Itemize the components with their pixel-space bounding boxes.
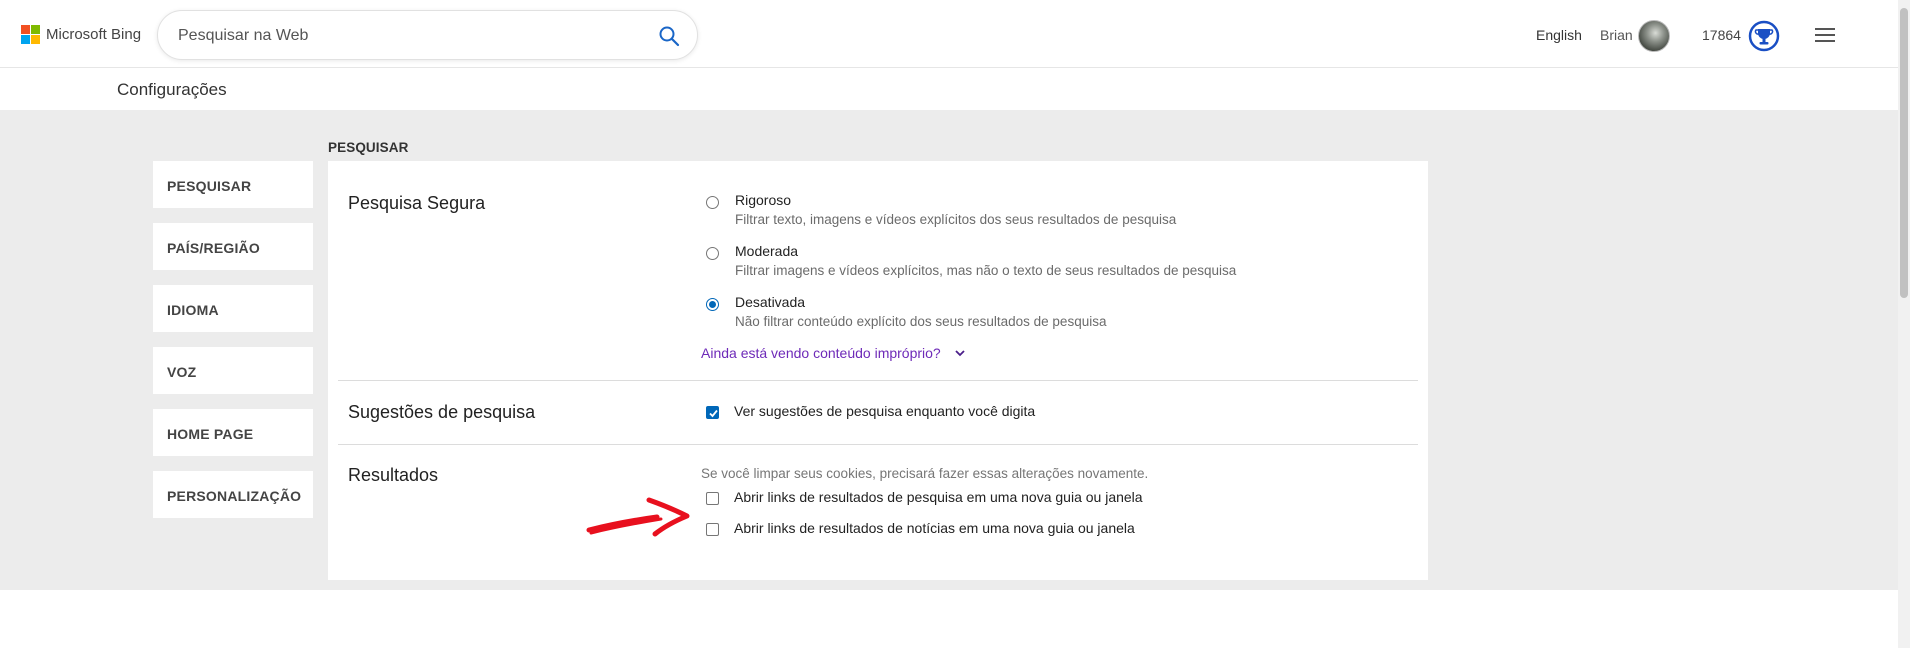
open-search-results-new-tab-checkbox[interactable]: [706, 492, 719, 505]
suggestions-title: Sugestões de pesquisa: [348, 402, 536, 422]
avatar[interactable]: [1638, 20, 1670, 52]
inappropriate-content-link[interactable]: Ainda está vendo conteúdo impróprio?: [701, 345, 941, 361]
results-option-label: Abrir links de resultados de notícias em…: [734, 520, 1135, 536]
sidebar-item-personalizacao[interactable]: PERSONALIZAÇÃO: [153, 471, 313, 518]
search-input[interactable]: [178, 24, 628, 48]
option-label: Moderada: [735, 243, 799, 259]
hamburger-menu-icon[interactable]: [1813, 24, 1837, 46]
option-label: Desativada: [735, 294, 806, 310]
sidebar-item-pais-regiao[interactable]: PAÍS/REGIÃO: [153, 223, 313, 270]
search-icon[interactable]: [658, 25, 680, 47]
page-scrollbar[interactable]: [1898, 0, 1910, 648]
title-bar: Configurações: [0, 68, 1898, 110]
radio-moderada[interactable]: [706, 247, 719, 260]
settings-panel: Pesquisa Segura Rigoroso Filtrar texto, …: [328, 161, 1428, 580]
option-description: Filtrar imagens e vídeos explícitos, mas…: [735, 263, 1237, 278]
microsoft-logo-icon: [21, 25, 40, 44]
top-header: Microsoft Bing English Brian 17864: [0, 0, 1898, 68]
logo-text: Microsoft Bing: [46, 26, 142, 43]
sidebar-item-idioma[interactable]: IDIOMA: [153, 285, 313, 332]
radio-rigoroso[interactable]: [706, 196, 719, 209]
option-label: Rigoroso: [735, 192, 792, 208]
option-description: Não filtrar conteúdo explícito dos seus …: [735, 314, 1107, 329]
suggestions-checkbox[interactable]: [706, 406, 719, 419]
sidebar-item-pesquisar[interactable]: PESQUISAR: [153, 161, 313, 208]
search-box[interactable]: [157, 10, 698, 60]
sidebar-item-home-page[interactable]: HOME PAGE: [153, 409, 313, 456]
settings-sidebar: PESQUISAR PAÍS/REGIÃO IDIOMA VOZ HOME PA…: [153, 161, 313, 533]
bing-logo[interactable]: Microsoft Bing: [21, 25, 141, 44]
page-title: Configurações: [117, 80, 227, 99]
section-label: PESQUISAR: [328, 140, 409, 155]
settings-content: PESQUISAR PAÍS/REGIÃO IDIOMA VOZ HOME PA…: [0, 110, 1898, 590]
results-option-label: Abrir links de resultados de pesquisa em…: [734, 489, 1143, 505]
divider: [338, 444, 1418, 445]
user-name[interactable]: Brian: [1600, 27, 1633, 43]
rewards-trophy-icon[interactable]: [1748, 20, 1780, 52]
language-link[interactable]: English: [1536, 27, 1582, 43]
safe-search-title: Pesquisa Segura: [348, 193, 486, 213]
rewards-points[interactable]: 17864: [1702, 27, 1741, 43]
annotation-arrow-icon: [586, 497, 690, 537]
open-news-results-new-tab-checkbox[interactable]: [706, 523, 719, 536]
suggestions-label: Ver sugestões de pesquisa enquanto você …: [734, 403, 1036, 419]
cookies-note: Se você limpar seus cookies, precisará f…: [701, 466, 1149, 481]
results-title: Resultados: [348, 465, 439, 485]
divider: [338, 380, 1418, 381]
radio-desativada[interactable]: [706, 298, 719, 311]
sidebar-item-voz[interactable]: VOZ: [153, 347, 313, 394]
option-description: Filtrar texto, imagens e vídeos explícit…: [735, 212, 1177, 227]
chevron-down-icon[interactable]: [953, 348, 967, 360]
scrollbar-thumb[interactable]: [1900, 8, 1908, 298]
